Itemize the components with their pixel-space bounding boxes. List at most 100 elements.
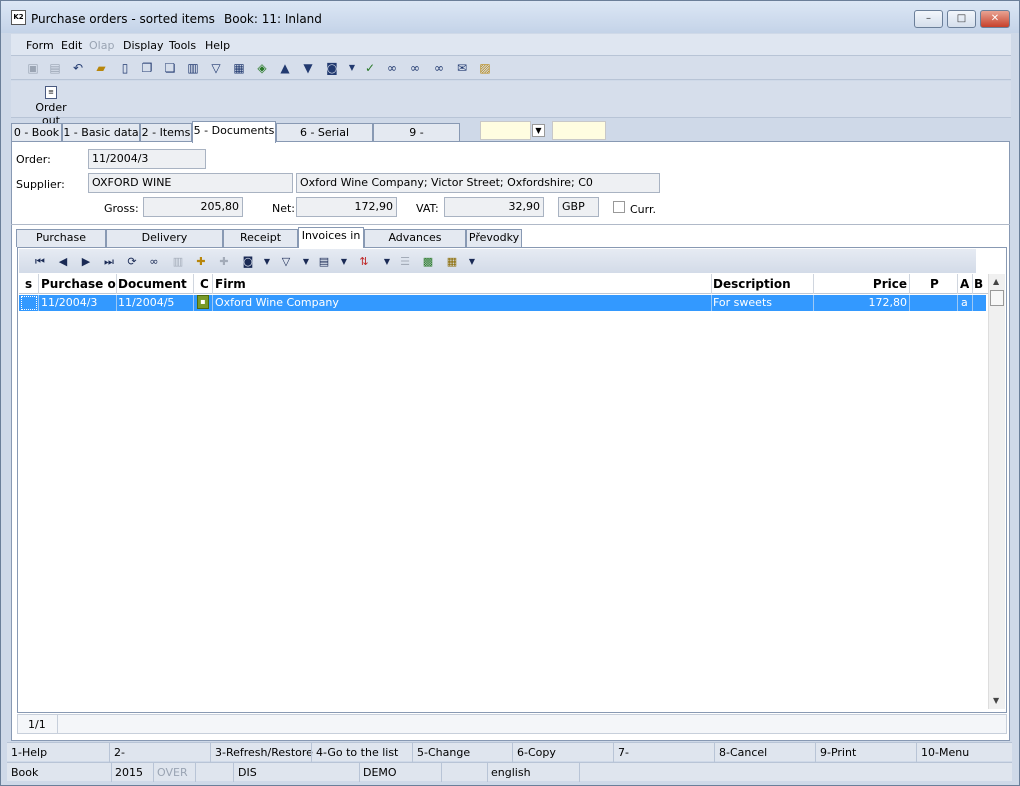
- order-out-button[interactable]: ≡ Order out: [27, 86, 75, 127]
- menu-help[interactable]: Help: [205, 39, 230, 52]
- dropdown-icon[interactable]: ▼: [532, 124, 545, 137]
- col-price[interactable]: Price: [815, 277, 907, 291]
- col-firm[interactable]: Firm: [215, 277, 246, 291]
- row-selector[interactable]: [21, 296, 37, 310]
- scroll-thumb[interactable]: [990, 290, 1004, 306]
- fkey-change[interactable]: 5-Change: [417, 746, 470, 762]
- col-a[interactable]: A: [960, 277, 969, 291]
- book-icon[interactable]: ▥: [185, 60, 201, 76]
- print-icon[interactable]: ▥: [170, 254, 186, 269]
- add-icon[interactable]: ✚: [193, 254, 209, 269]
- find-prev-icon[interactable]: ∞: [431, 60, 447, 76]
- fkey-refresh[interactable]: 3-Refresh/Restore: [215, 746, 313, 762]
- supplier-address-field[interactable]: Oxford Wine Company; Victor Street; Oxfo…: [296, 173, 660, 193]
- save-as-icon[interactable]: ▤: [47, 60, 63, 76]
- camera-dropdown-icon[interactable]: ▼: [259, 254, 275, 269]
- camera-dropdown-icon[interactable]: ▼: [344, 60, 360, 76]
- fkey-go-to-list[interactable]: 4-Go to the list: [316, 746, 398, 762]
- filter-icon[interactable]: ▽: [208, 60, 224, 76]
- sort-dropdown-icon[interactable]: ▼: [379, 254, 395, 269]
- currency-field[interactable]: GBP: [558, 197, 599, 217]
- paste-icon[interactable]: ❏: [162, 60, 178, 76]
- save-icon[interactable]: ▣: [25, 60, 41, 76]
- minimize-button[interactable]: –: [914, 10, 943, 28]
- last-record-icon[interactable]: ⏭: [101, 254, 117, 269]
- list-dropdown-icon[interactable]: ▼: [464, 254, 480, 269]
- new-document-icon[interactable]: ▯: [117, 60, 133, 76]
- scroll-up-icon[interactable]: ▲: [993, 277, 999, 286]
- tree-icon[interactable]: ☰: [397, 254, 413, 269]
- filter-field-2[interactable]: [552, 121, 606, 140]
- refresh-icon[interactable]: ⟳: [124, 254, 140, 269]
- find-next-icon[interactable]: ∞: [407, 60, 423, 76]
- subtab-advances-provided[interactable]: Advances provided: [364, 229, 466, 260]
- filter-field-1[interactable]: [480, 121, 531, 140]
- menu-form[interactable]: Form: [26, 39, 54, 52]
- excel-icon[interactable]: ▩: [420, 254, 436, 269]
- menu-tools[interactable]: Tools: [169, 39, 196, 52]
- vertical-scrollbar[interactable]: ▲ ▼: [988, 274, 1005, 709]
- col-b[interactable]: B: [974, 277, 983, 291]
- binoculars-icon[interactable]: ∞: [146, 254, 162, 269]
- fkey-help[interactable]: 1-Help: [11, 746, 47, 762]
- col-description[interactable]: Description: [713, 277, 791, 291]
- close-button[interactable]: ✕: [980, 10, 1010, 28]
- fkey-cancel[interactable]: 8-Cancel: [719, 746, 767, 762]
- col-p[interactable]: P: [930, 277, 939, 291]
- camera-icon[interactable]: ◙: [240, 254, 256, 269]
- undo-icon[interactable]: ↶: [70, 60, 86, 76]
- first-record-icon[interactable]: ⏮: [32, 254, 48, 269]
- camera-icon[interactable]: ◙: [324, 60, 340, 76]
- col-c[interactable]: C: [200, 277, 209, 291]
- fkey-menu[interactable]: 10-Menu: [921, 746, 969, 762]
- filter-dropdown-icon[interactable]: ▼: [298, 254, 314, 269]
- col-purchase-order[interactable]: Purchase o: [41, 277, 116, 291]
- binoculars-icon[interactable]: ∞: [384, 60, 400, 76]
- next-record-icon[interactable]: ▶: [78, 254, 94, 269]
- filter-icon[interactable]: ▽: [278, 254, 294, 269]
- gross-field[interactable]: 205,80: [143, 197, 243, 217]
- net-field[interactable]: 172,90: [296, 197, 397, 217]
- stack-icon[interactable]: ◈: [254, 60, 270, 76]
- tab-documents[interactable]: 5 - Documents: [192, 121, 276, 143]
- menu-display[interactable]: Display: [123, 39, 164, 52]
- order-field[interactable]: 11/2004/3: [88, 149, 206, 169]
- subtab-receipt-cards[interactable]: Receipt cards: [223, 229, 298, 260]
- columns-icon[interactable]: ▤: [316, 254, 332, 269]
- vat-field[interactable]: 32,90: [444, 197, 544, 217]
- copy-icon[interactable]: ❐: [139, 60, 155, 76]
- curr-checkbox[interactable]: [613, 201, 625, 213]
- tab-book[interactable]: 0 - Book: [11, 123, 62, 142]
- remove-icon[interactable]: ✚: [216, 254, 232, 269]
- subtab-purchase-orders[interactable]: Purchase orders: [16, 229, 106, 260]
- prev-record-icon[interactable]: ◀: [55, 254, 71, 269]
- list-icon[interactable]: ▦: [444, 254, 460, 269]
- open-folder-icon[interactable]: ▰: [93, 60, 109, 76]
- columns-dropdown-icon[interactable]: ▼: [336, 254, 352, 269]
- tab-basic-data[interactable]: 1 - Basic data: [62, 123, 140, 142]
- arrow-up-icon[interactable]: ▲: [277, 60, 293, 76]
- mail-icon[interactable]: ✉: [454, 60, 470, 76]
- menu-olap[interactable]: Olap: [89, 39, 114, 52]
- tab-items[interactable]: 2 - Items: [140, 123, 192, 142]
- fkey-copy[interactable]: 6-Copy: [517, 746, 556, 762]
- scroll-down-icon[interactable]: ▼: [993, 696, 999, 705]
- sort-icon[interactable]: ⇅: [356, 254, 372, 269]
- fkey-7[interactable]: 7-: [618, 746, 629, 762]
- maximize-button[interactable]: □: [947, 10, 976, 28]
- table-row[interactable]: 11/2004/3 11/2004/5 ▪ Oxford Wine Compan…: [19, 295, 986, 311]
- supplier-code-field[interactable]: OXFORD WINE: [88, 173, 293, 193]
- notes-icon[interactable]: ▨: [477, 60, 493, 76]
- tab-attachments[interactable]: 9 - Attachments: [373, 123, 460, 156]
- subtab-delivery-confirmations[interactable]: Delivery confirmations: [106, 229, 223, 260]
- fkey-2[interactable]: 2-: [114, 746, 125, 762]
- arrow-down-icon[interactable]: ▼: [300, 60, 316, 76]
- menu-edit[interactable]: Edit: [61, 39, 82, 52]
- col-document[interactable]: Document: [118, 277, 193, 291]
- subtab-prevodky[interactable]: Převodky: [466, 229, 522, 247]
- check-tree-icon[interactable]: ✓: [362, 60, 378, 76]
- tab-serial-numbers[interactable]: 6 - Serial numbers: [276, 123, 373, 156]
- subtab-invoices-in[interactable]: Invoices in: [298, 227, 364, 248]
- fkey-print[interactable]: 9-Print: [820, 746, 856, 762]
- col-s[interactable]: s: [25, 277, 32, 291]
